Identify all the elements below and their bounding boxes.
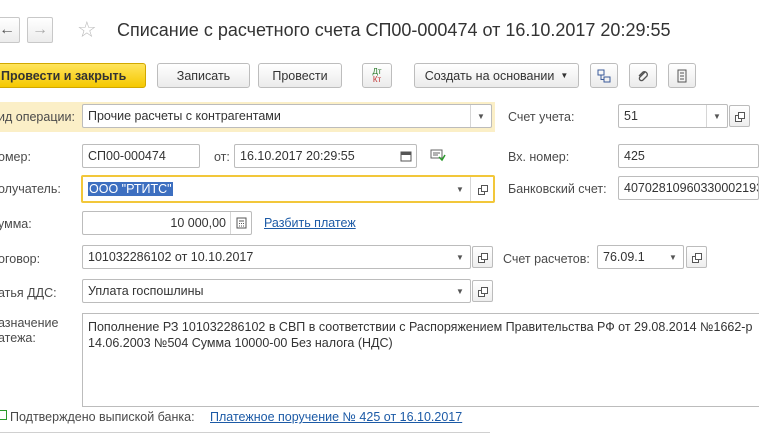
structure-icon — [597, 69, 611, 82]
settlement-account-open-button[interactable] — [686, 246, 707, 268]
post-button[interactable]: Провести — [258, 63, 342, 88]
star-icon[interactable]: ☆ — [77, 17, 97, 43]
dds-article-label: атья ДДС: — [0, 286, 57, 300]
recipient-field[interactable]: ООО "РТИТС" ▼ — [81, 175, 495, 203]
purpose-label-line1: азначение — [0, 316, 59, 330]
date-field[interactable]: 16.10.2017 20:29:55 — [234, 144, 417, 168]
arrow-left-icon: ← — [0, 21, 15, 38]
back-button[interactable]: ← — [0, 17, 20, 43]
forward-button[interactable]: → — [27, 17, 53, 43]
bank-confirmation-checkbox[interactable] — [0, 410, 7, 420]
page-title: Списание с расчетного счета СП00-000474 … — [117, 20, 671, 40]
dropdown-arrow-icon[interactable]: ▼ — [450, 280, 470, 302]
purpose-label-line2: атежа: — [0, 331, 36, 345]
settlement-account-field[interactable]: 76.09.1 ▼ — [597, 245, 684, 269]
recipient-open-button[interactable] — [470, 177, 493, 201]
bank-account-field[interactable]: 40702810960330002193 — [618, 176, 759, 200]
contract-label: оговор: — [0, 252, 41, 266]
dropdown-arrow-icon[interactable]: ▼ — [450, 246, 470, 268]
dropdown-arrow-icon[interactable]: ▼ — [470, 105, 491, 127]
dropdown-arrow-icon[interactable]: ▼ — [450, 177, 470, 201]
message-icon[interactable] — [430, 148, 446, 165]
operation-type-field[interactable]: Прочие расчеты с контрагентами ▼ — [82, 104, 492, 128]
open-icon — [692, 252, 702, 263]
structure-button[interactable] — [590, 63, 618, 88]
post-and-close-button[interactable]: Провести и закрыть — [0, 63, 146, 88]
dropdown-arrow-icon[interactable]: ▼ — [706, 105, 727, 127]
number-field[interactable]: СП00-000474 — [82, 144, 200, 168]
open-icon — [478, 252, 488, 263]
dropdown-arrow-icon[interactable]: ▼ — [663, 246, 683, 268]
dds-article-field[interactable]: Уплата госпошлины ▼ — [82, 279, 471, 303]
dds-article-open-button[interactable] — [472, 280, 493, 302]
open-icon — [478, 286, 488, 297]
open-icon — [477, 184, 488, 195]
account-field[interactable]: 51 ▼ — [618, 104, 728, 128]
payment-order-link[interactable]: Платежное поручение № 425 от 16.10.2017 — [210, 410, 462, 424]
amount-label: умма: — [0, 217, 32, 231]
calendar-icon[interactable] — [396, 145, 416, 167]
attach-button[interactable] — [629, 63, 657, 88]
incoming-number-field[interactable]: 425 — [618, 144, 759, 168]
paperclip-icon — [638, 70, 648, 81]
divider — [0, 432, 490, 433]
settlement-account-label: Счет расчетов: — [503, 252, 590, 266]
contract-field[interactable]: 101032286102 от 10.10.2017 ▼ — [82, 245, 471, 269]
amount-field[interactable]: 10 000,00 — [82, 211, 252, 235]
bank-account-label: Банковский счет: — [508, 182, 607, 196]
save-button[interactable]: Записать — [157, 63, 250, 88]
bank-confirmation-label: Подтверждено выпиской банка: — [10, 410, 195, 424]
account-label: Счет учета: — [508, 110, 575, 124]
open-icon — [735, 111, 745, 122]
create-based-on-button[interactable]: Создать на основании ▼ — [414, 63, 579, 88]
payment-purpose-textarea[interactable]: Пополнение РЗ 101032286102 в СВП в соотв… — [82, 313, 759, 407]
account-open-button[interactable] — [729, 105, 750, 127]
contract-open-button[interactable] — [472, 246, 493, 268]
recipient-label: олучатель: — [0, 182, 61, 196]
calculator-icon[interactable] — [230, 212, 251, 234]
operation-type-label: ид операции: — [0, 110, 75, 124]
number-label: омер: — [0, 150, 31, 164]
dt-kt-button[interactable]: Дт Кт — [362, 63, 392, 88]
print-list-button[interactable] — [668, 63, 696, 88]
split-payment-link[interactable]: Разбить платеж — [264, 216, 356, 230]
arrow-right-icon: → — [32, 21, 48, 38]
date-label: от: — [214, 150, 230, 164]
chevron-down-icon: ▼ — [560, 71, 569, 80]
list-icon — [677, 69, 687, 82]
incoming-number-label: Вх. номер: — [508, 150, 570, 164]
